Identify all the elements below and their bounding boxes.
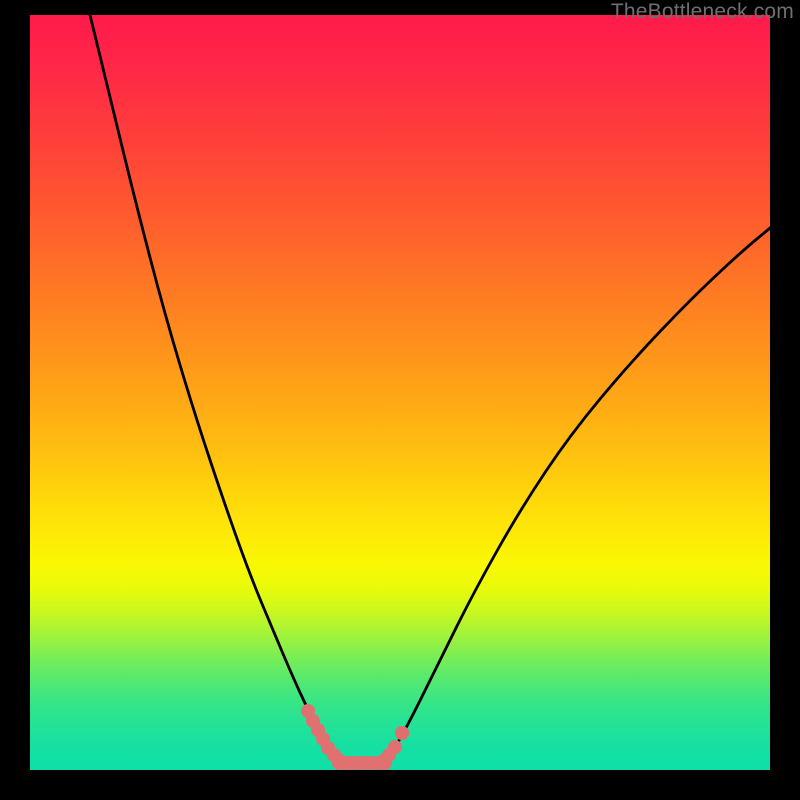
data-markers bbox=[301, 704, 409, 770]
data-point-marker bbox=[388, 740, 402, 754]
chart-area bbox=[30, 15, 770, 770]
left-curve bbox=[90, 15, 337, 760]
chart-svg bbox=[30, 15, 770, 770]
data-point-marker bbox=[395, 726, 409, 740]
right-curve bbox=[385, 228, 770, 760]
watermark-text: TheBottleneck.com bbox=[611, 0, 794, 24]
